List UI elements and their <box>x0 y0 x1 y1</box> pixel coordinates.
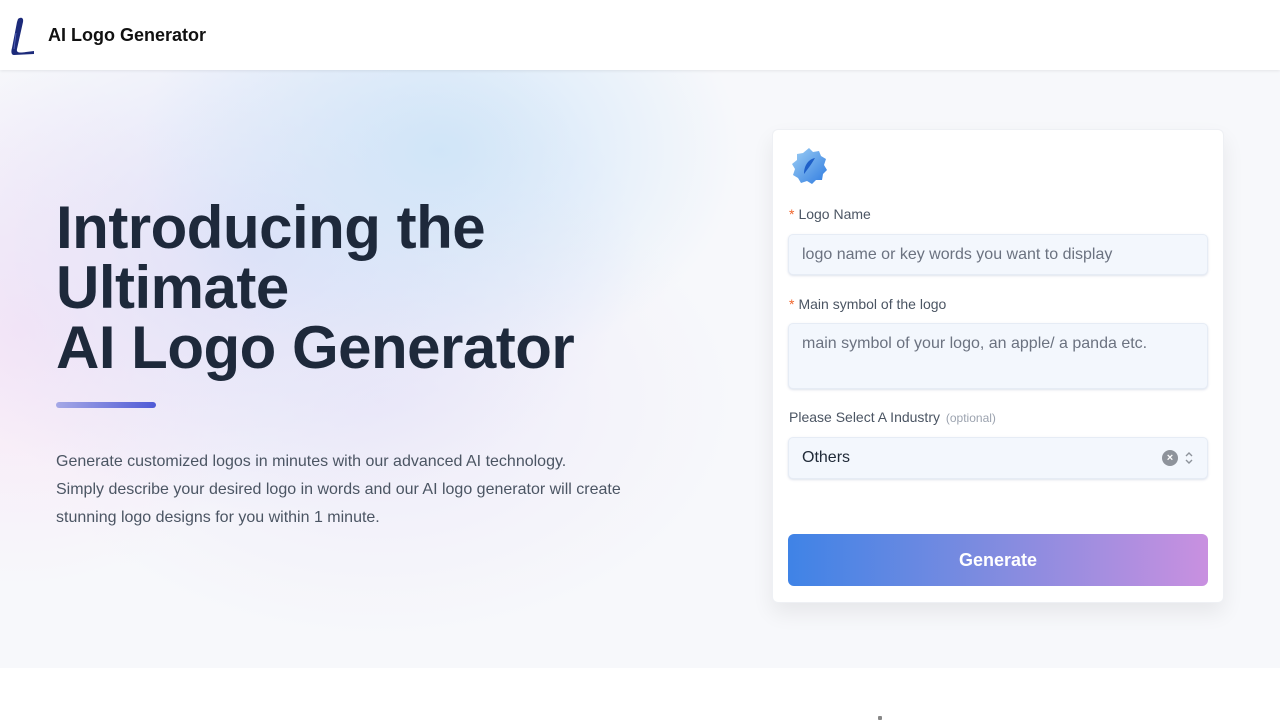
brand-name[interactable]: AI Logo Generator <box>48 25 206 46</box>
blue-badge-feather-icon <box>792 148 827 184</box>
hero-headline: Introducing the Ultimate AI Logo Generat… <box>56 194 575 381</box>
partial-content-mark <box>878 716 882 720</box>
script-l-logo-icon[interactable] <box>6 13 38 57</box>
chevron-up-down-icon[interactable] <box>1184 450 1194 466</box>
hero-section: Introducing the Ultimate AI Logo Generat… <box>0 70 1280 668</box>
hero-description: Generate customized logos in minutes wit… <box>56 448 696 532</box>
required-asterisk: * <box>789 296 795 312</box>
navbar: AI Logo Generator <box>0 0 1280 70</box>
description-line: Generate customized logos in minutes wit… <box>56 453 567 470</box>
logo-generator-form: *Logo Name *Main symbol of the logo Plea… <box>772 129 1224 603</box>
headline-line: Introducing the <box>56 194 486 261</box>
description-line: Simply describe your desired logo in wor… <box>56 481 621 498</box>
industry-label-text: Please Select A Industry <box>789 409 940 425</box>
main-symbol-label: * Main symbol of the logo <box>789 296 946 312</box>
industry-label: Please Select A Industry (optional) <box>789 409 996 425</box>
description-line: stunning logo designs for you within 1 m… <box>56 509 380 526</box>
main-symbol-textarea[interactable] <box>788 323 1208 389</box>
required-asterisk: * <box>789 206 795 222</box>
industry-selected-value: Others <box>802 449 851 466</box>
headline-line: Ultimate <box>56 254 289 321</box>
headline-line: AI Logo Generator <box>56 314 575 381</box>
logo-name-label-text: Logo Name <box>798 206 871 222</box>
generate-button[interactable]: Generate <box>788 534 1208 586</box>
industry-select[interactable]: Others × <box>788 437 1208 479</box>
logo-name-input[interactable] <box>788 234 1208 275</box>
clear-icon[interactable]: × <box>1162 450 1178 466</box>
optional-note: (optional) <box>945 411 996 425</box>
accent-divider <box>56 402 156 408</box>
main-symbol-label-text: Main symbol of the logo <box>798 296 947 312</box>
logo-name-label: * Logo Name <box>789 206 871 222</box>
